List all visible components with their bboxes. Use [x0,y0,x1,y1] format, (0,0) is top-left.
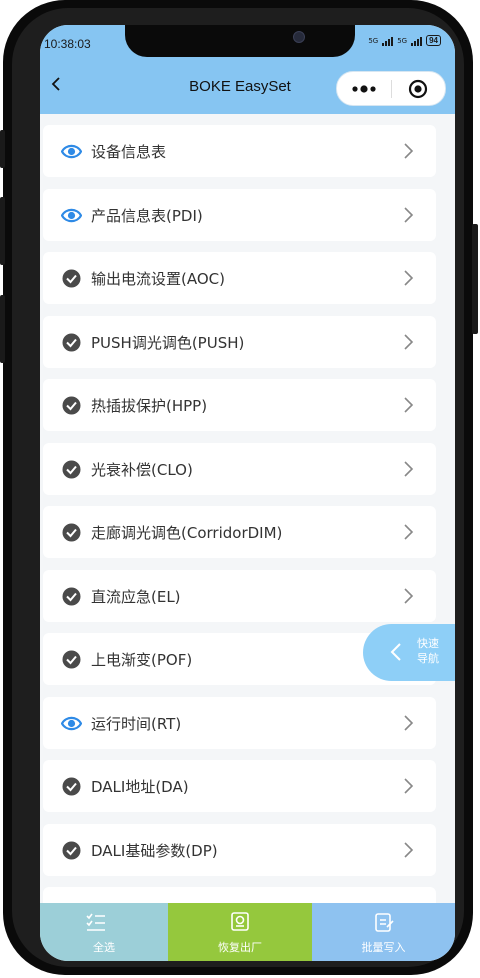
tab-label: 恢复出厂 [218,941,262,954]
mini-program-capsule [336,71,446,106]
app-header: 10:38:03 5G 5G 94 BOKE EasySet [40,25,455,114]
list-item-label: 上电渐变(POF) [91,651,193,669]
list-item-label: 光衰补偿(CLO) [91,460,193,479]
camera-notch [125,25,355,57]
volume-button [0,295,5,363]
list-item-label: DALI基础参数(DP) [91,841,218,860]
list-item-label: DALI地址(DA) [91,778,189,796]
tab-batch-write[interactable]: 批量写入 [312,903,455,961]
factory-reset-icon [231,912,249,931]
list-item[interactable]: 走廊调光调色(CorridorDIM) [43,506,436,558]
list-item[interactable]: 直流应急(EL) [43,569,436,622]
eye-icon [61,716,82,730]
target-circle-icon [409,79,428,98]
chevron-right-icon [404,206,414,223]
list-item[interactable]: 设备信息表 [43,125,436,177]
close-button[interactable] [391,72,445,105]
chevron-right-icon [404,778,414,794]
check-circle-icon [62,587,81,605]
list-item[interactable]: 光衰补偿(CLO) [43,442,436,495]
more-dots-icon [352,84,376,93]
chevron-right-icon [404,270,414,286]
check-circle-icon [62,460,81,478]
status-icons: 5G 5G 94 [368,35,441,46]
page-title: BOKE EasySet [189,78,291,95]
list-item-label: 设备信息表 [91,143,167,161]
chevron-right-icon [404,714,414,731]
list-item-label: 运行时间(RT) [91,714,182,733]
list-item[interactable]: DALI地址(DA) [43,760,436,812]
status-time: 10:38:03 [44,37,91,51]
chevron-right-icon [404,397,414,413]
list-item-label: 产品信息表(PDI) [91,206,203,225]
tab-select-all[interactable]: 全选 [40,903,168,961]
check-circle-icon [62,333,81,351]
list-item-label: PUSH调光调色(PUSH) [91,333,245,352]
list-item[interactable]: DALI基础参数(DP) [43,823,436,876]
signal-icon [382,36,394,46]
bottom-tabbar: 全选 恢复出厂 批量写入 [40,903,455,961]
signal-icon [411,36,423,46]
quick-nav-button[interactable]: 快速 导航 [363,624,455,681]
list-item[interactable]: 热插拔保护(HPP) [43,379,436,431]
volume-button [0,130,5,168]
chevron-right-icon [404,333,414,350]
list-item-label: 直流应急(EL) [91,587,181,606]
quick-nav-line: 导航 [417,652,439,665]
chevron-right-icon [404,587,414,604]
quick-nav-label: 快速 导航 [417,636,447,666]
volume-button [0,197,5,265]
check-circle-icon [62,777,81,796]
chevron-right-icon [404,524,414,540]
tab-label: 全选 [93,941,115,954]
chevron-right-icon [404,841,414,858]
chevron-left-icon [390,643,401,661]
edit-document-icon [375,913,394,932]
chevron-right-icon [404,143,414,159]
list-item-label: 走廊调光调色(CorridorDIM) [91,524,283,542]
more-button[interactable] [337,72,391,105]
network-label: 5G [368,36,379,45]
eye-icon [61,144,82,159]
chevron-right-icon [404,460,414,477]
list-item[interactable]: 产品信息表(PDI) [43,188,436,241]
tab-label: 批量写入 [361,941,406,954]
list-item[interactable]: 输出电流设置(AOC) [43,252,436,304]
list-item[interactable]: PUSH调光调色(PUSH) [43,315,436,368]
chevron-left-icon[interactable] [50,77,64,91]
list-item[interactable]: 运行时间(RT) [43,696,436,749]
check-circle-icon [62,650,81,669]
list-item-label: 输出电流设置(AOC) [91,270,225,288]
check-circle-icon [62,841,81,859]
eye-icon [61,208,82,222]
battery-icon: 94 [426,35,441,46]
check-circle-icon [62,523,81,542]
tab-factory-reset[interactable]: 恢复出厂 [168,903,312,961]
app-screen: 10:38:03 5G 5G 94 BOKE EasySet 设备信息表 产品信… [40,25,455,961]
quick-nav-line: 快速 [417,637,439,650]
network-label: 5G [397,36,408,45]
camera-icon [293,31,305,43]
list-item-label: 热插拔保护(HPP) [91,397,208,415]
check-circle-icon [62,396,81,415]
check-circle-icon [62,269,81,288]
checklist-icon [86,913,105,931]
power-button [472,224,478,334]
